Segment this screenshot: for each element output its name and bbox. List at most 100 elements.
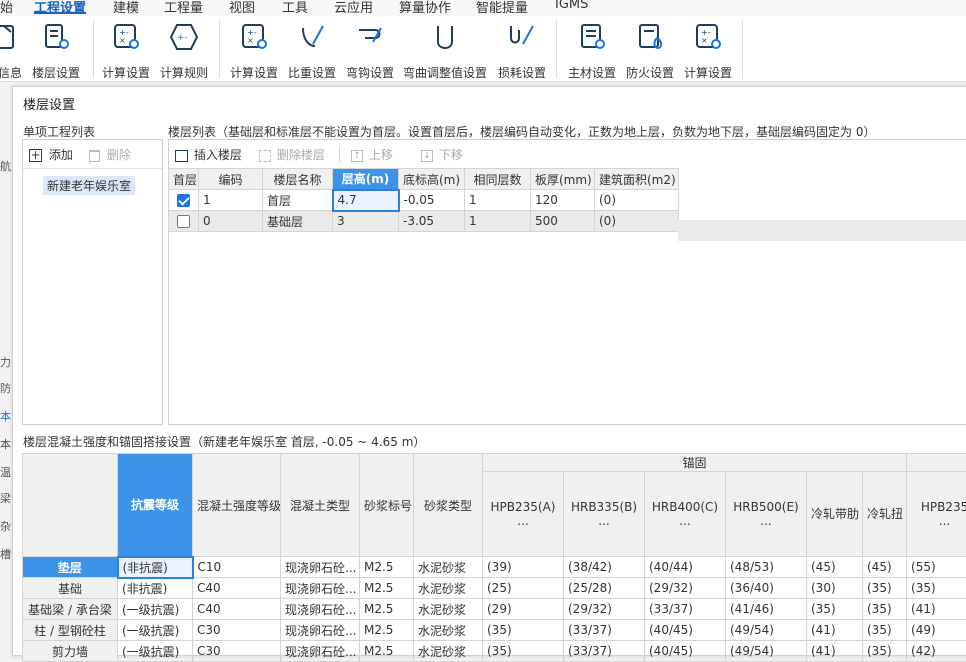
row-header[interactable]: 基础梁 / 承台梁 [23,599,118,620]
mortar-grade-cell[interactable]: M2.5 [360,641,414,662]
mortar-type-cell[interactable]: 水泥砂浆 [414,620,483,641]
floor-height-edit[interactable]: 4.7 [333,190,399,211]
seismic-cell[interactable]: (非抗震) [118,557,193,578]
insert-floor-button[interactable]: 插入楼层 [175,146,242,163]
anchor-value-cell[interactable]: (33/37) [564,620,645,641]
anchor-value-cell[interactable]: (35) [483,620,564,641]
anchor-value-cell[interactable]: (38/42) [564,557,645,578]
table-row[interactable]: 垫层(非抗震)C10现浇卵石砼...M2.5水泥砂浆(39)(38/42)(40… [23,557,966,578]
mortar-type-cell[interactable]: 水泥砂浆 [414,641,483,662]
anchor-value-cell[interactable]: (41) [907,599,966,620]
strength-cell[interactable]: C30 [193,620,281,641]
anchor-value-cell[interactable]: (33/37) [564,641,645,662]
menu-modeling[interactable]: 建模 [113,0,139,16]
anchor-value-cell[interactable]: (35) [483,641,564,662]
calc-settings-button-1[interactable]: +-× 计算设置 [100,20,152,81]
anchor-value-cell[interactable]: (35) [863,599,907,620]
col-seismic-grade[interactable]: 抗震等级 [118,454,193,557]
col-concrete-strength[interactable]: 混凝土强度等级 [193,454,281,557]
density-settings-button[interactable]: 比重设置 [286,20,338,81]
fire-settings-button[interactable]: 防火设置 [624,20,676,81]
strength-cell[interactable]: C40 [193,578,281,599]
menu-cloud[interactable]: 云应用 [334,0,373,16]
bend-adjust-button[interactable]: 弯曲调整值设置 [401,20,489,81]
col-anchor-cold-rolled-twisted[interactable]: 冷轧扭 [863,472,907,557]
menu-start[interactable]: 始 [0,0,13,16]
col-lap-hpb235[interactable]: HPB235... [907,472,966,557]
anchor-value-cell[interactable]: (29) [483,599,564,620]
concrete-type-cell[interactable]: 现浇卵石砼... [281,620,360,641]
anchor-value-cell[interactable]: (29/32) [645,578,726,599]
anchor-value-cell[interactable]: (25/28) [564,578,645,599]
calc-settings-button-2[interactable]: +-× 计算设置 [228,20,280,81]
mortar-grade-cell[interactable]: M2.5 [360,578,414,599]
mortar-type-cell[interactable]: 水泥砂浆 [414,578,483,599]
concrete-type-cell[interactable]: 现浇卵石砼... [281,641,360,662]
anchor-value-cell[interactable]: (35) [863,620,907,641]
col-anchor-hrb500e[interactable]: HRB500(E)... [726,472,807,557]
anchor-value-cell[interactable]: (42) [907,641,966,662]
col-floor-height[interactable]: 层高(m) [333,169,399,190]
menu-project-settings[interactable]: 工程设置 [34,0,86,14]
anchor-value-cell[interactable]: (45) [807,557,863,578]
col-anchor-cold-rolled-ribbed[interactable]: 冷轧带肋 [807,472,863,557]
menu-smart-extract[interactable]: 智能提量 [476,0,528,16]
col-slab-thickness[interactable]: 板厚(mm) [531,169,595,190]
anchor-value-cell[interactable]: (36/40) [726,578,807,599]
anchor-value-cell[interactable]: (25) [483,578,564,599]
col-anchor-hrb335b[interactable]: HRB335(B)... [564,472,645,557]
anchor-value-cell[interactable]: (35) [907,578,966,599]
row-header[interactable]: 柱 / 型钢砼柱 [23,620,118,641]
seismic-cell[interactable]: (一级抗震) [118,599,193,620]
anchor-value-cell[interactable]: (40/45) [645,641,726,662]
seismic-cell[interactable]: (一级抗震) [118,641,193,662]
move-up-button[interactable]: ↑ 上移 [351,146,393,163]
concrete-type-cell[interactable]: 现浇卵石砼... [281,578,360,599]
hook-settings-button[interactable]: 弯钩设置 [344,20,396,81]
anchor-value-cell[interactable]: (45) [863,557,907,578]
delete-project-button[interactable]: 删除 [89,146,131,163]
anchor-value-cell[interactable]: (49/54) [726,620,807,641]
row-header[interactable]: 剪力墙 [23,641,118,662]
col-mortar-grade[interactable]: 砂浆标号 [360,454,414,557]
row-header[interactable]: 基础 [23,578,118,599]
strength-cell[interactable]: C10 [193,557,281,578]
col-floor-name[interactable]: 楼层名称 [263,169,333,190]
col-anchor-hrb400c[interactable]: HRB400(C)... [645,472,726,557]
mortar-grade-cell[interactable]: M2.5 [360,557,414,578]
calc-rules-button[interactable]: +- 计算规则 [158,20,210,81]
anchor-value-cell[interactable]: (33/37) [645,599,726,620]
project-item[interactable]: 新建老年娱乐室 [43,176,135,195]
col-concrete-type[interactable]: 混凝土类型 [281,454,360,557]
table-row[interactable]: 1 首层 4.7 -0.05 1 120 (0) [169,190,679,211]
col-same-count[interactable]: 相同层数 [465,169,531,190]
anchor-value-cell[interactable]: (40/44) [645,557,726,578]
row-header[interactable]: 垫层 [23,557,118,578]
table-row[interactable]: 剪力墙(一级抗震)C30现浇卵石砼...M2.5水泥砂浆(35)(33/37)(… [23,641,966,662]
mortar-grade-cell[interactable]: M2.5 [360,620,414,641]
first-floor-checkbox[interactable] [177,194,190,207]
strength-cell[interactable]: C30 [193,641,281,662]
material-settings-button[interactable]: 主材设置 [566,20,618,81]
menu-tools[interactable]: 工具 [282,0,308,16]
anchor-value-cell[interactable]: (48/53) [726,557,807,578]
anchor-value-cell[interactable]: (41) [807,620,863,641]
col-mortar-type[interactable]: 砂浆类型 [414,454,483,557]
delete-floor-button[interactable]: 删除楼层 [259,146,325,163]
table-row[interactable]: 柱 / 型钢砼柱(一级抗震)C30现浇卵石砼...M2.5水泥砂浆(35)(33… [23,620,966,641]
concrete-type-cell[interactable]: 现浇卵石砼... [281,599,360,620]
anchor-value-cell[interactable]: (49/54) [726,641,807,662]
anchor-value-cell[interactable]: (39) [483,557,564,578]
col-building-area[interactable]: 建筑面积(m2) [595,169,679,190]
table-row[interactable]: 基础(非抗震)C40现浇卵石砼...M2.5水泥砂浆(25)(25/28)(29… [23,578,966,599]
anchor-value-cell[interactable]: (35) [863,578,907,599]
table-row[interactable]: 基础梁 / 承台梁(一级抗震)C40现浇卵石砼...M2.5水泥砂浆(29)(2… [23,599,966,620]
mortar-type-cell[interactable]: 水泥砂浆 [414,599,483,620]
anchor-value-cell[interactable]: (55) [907,557,966,578]
mortar-grade-cell[interactable]: M2.5 [360,599,414,620]
add-project-button[interactable]: + 添加 [29,146,73,163]
anchor-value-cell[interactable]: (49) [907,620,966,641]
seismic-cell[interactable]: (非抗震) [118,578,193,599]
anchor-value-cell[interactable]: (30) [807,578,863,599]
menu-collaboration[interactable]: 算量协作 [399,0,451,16]
